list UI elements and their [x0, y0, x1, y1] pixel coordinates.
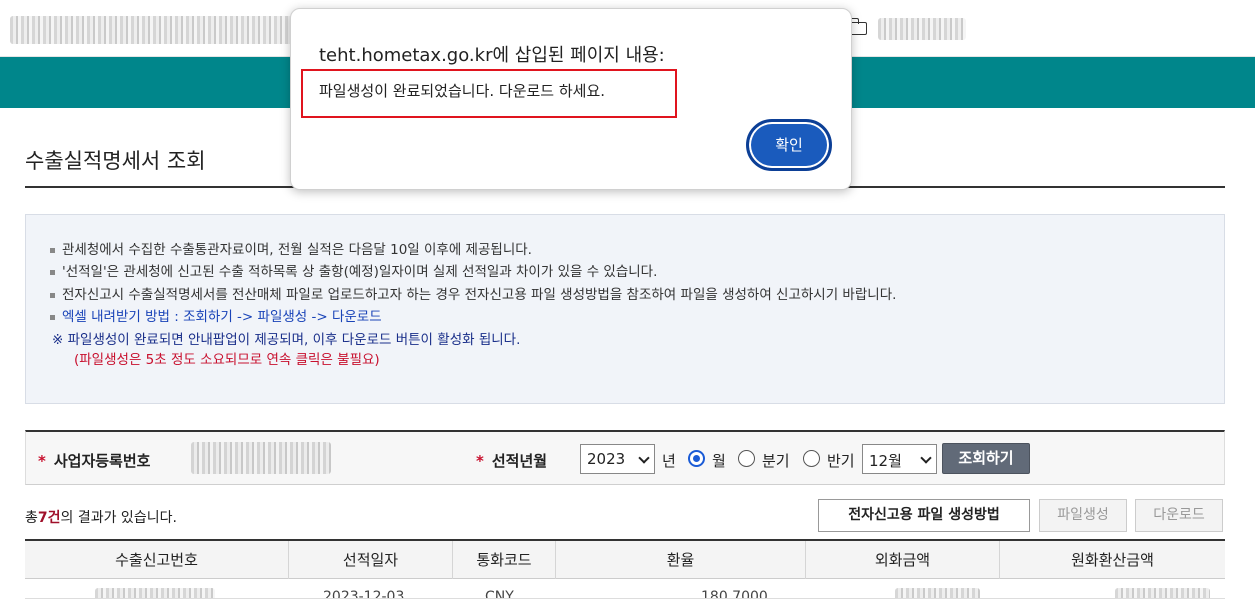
shipping-date-cell: 2023-12-03 — [323, 589, 405, 599]
file-method-button[interactable]: 전자신고용 파일 생성방법 — [818, 499, 1030, 532]
radio-month-label: 월 — [712, 452, 726, 470]
currency-cell: CNY — [485, 589, 514, 599]
column-header: 외화금액 — [806, 541, 1000, 579]
table-row[interactable]: 2023-12-03 CNY 180.7000 — [25, 579, 1225, 599]
column-header: 수출신고번호 — [25, 541, 289, 579]
page-title: 수출실적명세서 조회 — [25, 149, 206, 173]
notice-line: '선적일'은 관세청에 신고된 수출 적하목록 상 출항(예정)일자이며 실제 … — [50, 260, 657, 280]
create-file-button[interactable]: 파일생성 — [1039, 499, 1127, 532]
year-select[interactable]: 2023 — [580, 444, 655, 474]
download-button[interactable]: 다운로드 — [1135, 499, 1223, 532]
bullet-icon — [50, 269, 55, 275]
chevron-down-icon — [920, 452, 932, 464]
alert-dialog: teht.hometax.go.kr에 삽입된 페이지 내용: 파일생성이 완료… — [290, 8, 852, 190]
folder-icon — [849, 18, 867, 35]
month-select[interactable]: 12월 — [862, 444, 937, 474]
notice-line: 엑셀 내려받기 방법 : 조회하기 -> 파일생성 -> 다운로드 — [50, 305, 382, 325]
blurred-foreign-amount — [895, 588, 980, 598]
blurred-krw-amount — [1115, 588, 1210, 598]
exchange-rate-cell: 180.7000 — [701, 589, 768, 599]
column-header: 선적일자 — [289, 541, 453, 579]
bizno-label: * 사업자등록번호 — [38, 452, 151, 470]
result-count: 총7건의 결과가 있습니다. — [25, 510, 177, 526]
bullet-icon — [50, 314, 55, 320]
table-header: 수출신고번호 선적일자 통화코드 환율 외화금액 원화환산금액 — [25, 539, 1225, 579]
column-header: 환율 — [556, 541, 806, 579]
radio-half[interactable] — [803, 450, 820, 467]
bullet-icon — [50, 292, 55, 298]
notice-line: ※ 파일생성이 완료되면 안내팝업이 제공되며, 이후 다운로드 버튼이 활성화… — [52, 332, 521, 348]
search-panel: * 사업자등록번호 * 선적년월 2023 년 월 분기 반기 12월 조회하기 — [25, 430, 1225, 485]
bullet-icon — [50, 247, 55, 253]
bizno-input[interactable] — [191, 442, 331, 474]
radio-quarter[interactable] — [738, 450, 755, 467]
period-label: * 선적년월 — [476, 452, 548, 470]
notice-line: 관세청에서 수집한 수출통관자료이며, 전월 실적은 다음달 10일 이후에 제… — [50, 238, 532, 258]
dialog-message: 파일생성이 완료되었습니다. 다운로드 하세요. — [319, 82, 606, 100]
ok-button[interactable]: 확인 — [746, 119, 832, 171]
radio-month[interactable] — [688, 450, 705, 467]
radio-quarter-label: 분기 — [762, 452, 790, 470]
column-header: 원화환산금액 — [1071, 551, 1154, 569]
year-suffix: 년 — [662, 452, 676, 470]
radio-half-label: 반기 — [827, 452, 855, 470]
blurred-export-number — [95, 588, 215, 598]
chevron-down-icon — [638, 452, 650, 464]
blurred-text — [10, 16, 310, 44]
blurred-text — [878, 18, 966, 40]
notice-line: 전자신고시 수출실적명세서를 전산매체 파일로 업로드하고자 하는 경우 전자신… — [50, 283, 896, 303]
column-header: 통화코드 — [453, 541, 556, 579]
dialog-title: teht.hometax.go.kr에 삽입된 페이지 내용: — [319, 45, 665, 66]
search-button[interactable]: 조회하기 — [942, 443, 1030, 474]
notice-box: 관세청에서 수집한 수출통관자료이며, 전월 실적은 다음달 10일 이후에 제… — [25, 214, 1225, 404]
notice-line: (파일생성은 5초 정도 소요되므로 연속 클릭은 불필요) — [74, 352, 380, 368]
